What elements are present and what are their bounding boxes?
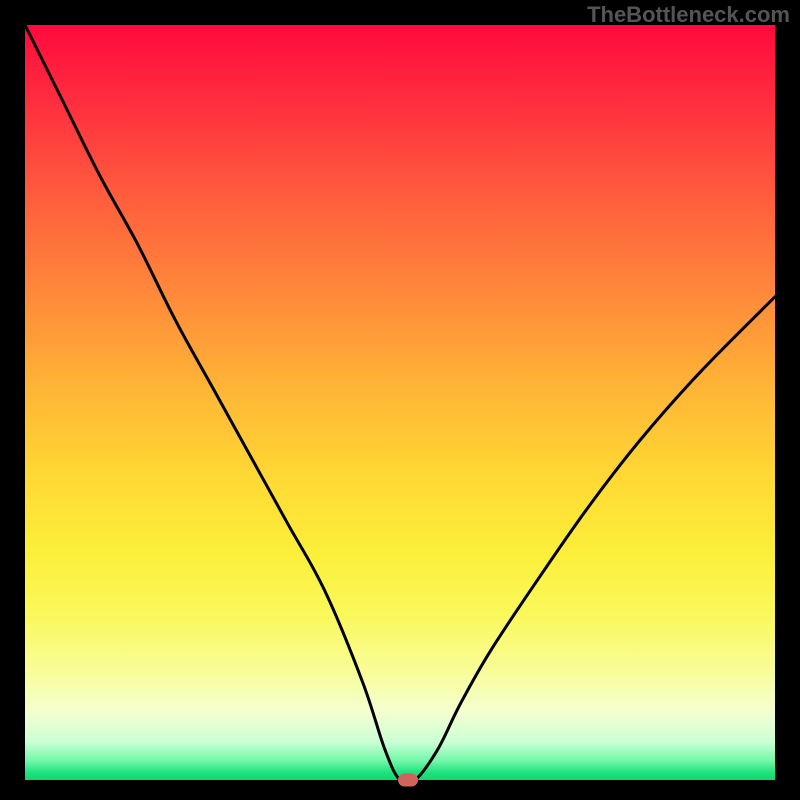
plot-area bbox=[25, 25, 775, 780]
chart-stage: TheBottleneck.com bbox=[0, 0, 800, 800]
minimum-marker bbox=[398, 774, 418, 787]
curve-svg bbox=[25, 25, 775, 780]
watermark-text: TheBottleneck.com bbox=[587, 2, 790, 28]
bottleneck-curve-path bbox=[25, 25, 775, 780]
